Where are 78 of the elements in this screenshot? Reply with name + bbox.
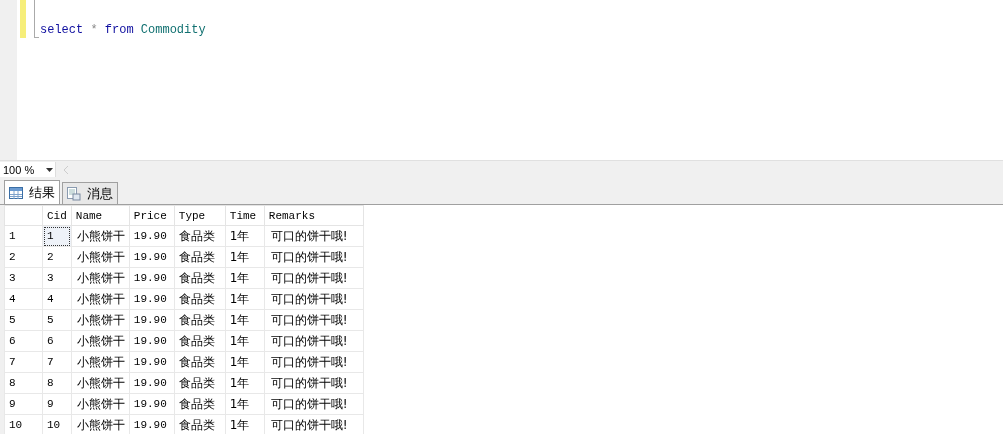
zoom-dropdown[interactable]: 100 % xyxy=(0,162,56,177)
table-cell: 9 xyxy=(42,393,72,415)
scroll-left-icon xyxy=(64,165,69,174)
table-cell: 食品类 xyxy=(174,351,226,373)
row-number[interactable]: 4 xyxy=(4,288,43,310)
document-icon xyxy=(67,186,81,201)
table-cell: 5 xyxy=(42,309,72,331)
table-cell: 小熊饼干 xyxy=(71,393,130,415)
table-cell: 可口的饼干哦! xyxy=(264,267,364,289)
table-cell: 小熊饼干 xyxy=(71,225,130,247)
table-cell: 可口的饼干哦! xyxy=(264,330,364,352)
table-cell: 19.90 xyxy=(129,309,175,331)
table-cell: 小熊饼干 xyxy=(71,351,130,373)
table-cell: 1年 xyxy=(225,246,265,268)
table-cell: 1年 xyxy=(225,309,265,331)
column-header[interactable]: Type xyxy=(174,205,226,226)
table-cell: 可口的饼干哦! xyxy=(264,225,364,247)
table-cell: 可口的饼干哦! xyxy=(264,393,364,415)
row-number[interactable]: 9 xyxy=(4,393,43,415)
row-number[interactable]: 10 xyxy=(4,414,43,434)
column-header[interactable]: Price xyxy=(129,205,175,226)
table-cell: 3 xyxy=(42,267,72,289)
table-cell: 食品类 xyxy=(174,288,226,310)
table-cell: 1年 xyxy=(225,372,265,394)
table-cell: 可口的饼干哦! xyxy=(264,372,364,394)
row-number[interactable]: 6 xyxy=(4,330,43,352)
table-cell: 7 xyxy=(42,351,72,373)
table-cell: 8 xyxy=(42,372,72,394)
table-cell: 食品类 xyxy=(174,225,226,247)
table-cell: 19.90 xyxy=(129,246,175,268)
table-cell: 小熊饼干 xyxy=(71,372,130,394)
table-cell: 可口的饼干哦! xyxy=(264,351,364,373)
table-cell: 小熊饼干 xyxy=(71,288,130,310)
table-cell: 19.90 xyxy=(129,330,175,352)
table-cell: 19.90 xyxy=(129,288,175,310)
table-cell: 6 xyxy=(42,330,72,352)
column-header[interactable]: Time xyxy=(225,205,265,226)
table-cell: 食品类 xyxy=(174,267,226,289)
table-cell: 1年 xyxy=(225,351,265,373)
row-number[interactable]: 5 xyxy=(4,309,43,331)
table-cell: 食品类 xyxy=(174,246,226,268)
table-cell: 食品类 xyxy=(174,330,226,352)
row-number[interactable]: 8 xyxy=(4,372,43,394)
table-cell: 19.90 xyxy=(129,393,175,415)
table-cell: 1年 xyxy=(225,393,265,415)
table-cell: 小熊饼干 xyxy=(71,267,130,289)
row-number[interactable]: 1 xyxy=(4,225,43,247)
table-cell: 小熊饼干 xyxy=(71,309,130,331)
sql-query: select * from Commodity xyxy=(40,22,206,37)
column-header[interactable]: Cid xyxy=(42,205,72,226)
table-cell: 1年 xyxy=(225,267,265,289)
table-cell: 1年 xyxy=(225,225,265,247)
table-cell: 小熊饼干 xyxy=(71,330,130,352)
table-cell: 4 xyxy=(42,288,72,310)
row-number[interactable]: 3 xyxy=(4,267,43,289)
table-cell: 19.90 xyxy=(129,372,175,394)
table-cell: 食品类 xyxy=(174,372,226,394)
row-number[interactable]: 2 xyxy=(4,246,43,268)
result-tab[interactable]: 结果 xyxy=(4,180,60,204)
table-cell: 食品类 xyxy=(174,393,226,415)
column-header[interactable]: Remarks xyxy=(264,205,364,226)
table-cell: 可口的饼干哦! xyxy=(264,246,364,268)
table-cell: 19.90 xyxy=(129,351,175,373)
result-tab[interactable]: 消息 xyxy=(62,182,118,204)
table-cell: 1年 xyxy=(225,288,265,310)
table-cell: 小熊饼干 xyxy=(71,246,130,268)
table-cell: 2 xyxy=(42,246,72,268)
table-cell: 可口的饼干哦! xyxy=(264,288,364,310)
grid-icon xyxy=(9,186,23,199)
caret-icon xyxy=(46,167,54,172)
table-cell: 1年 xyxy=(225,330,265,352)
change-marker xyxy=(20,0,26,38)
row-number[interactable]: 7 xyxy=(4,351,43,373)
table-cell: 食品类 xyxy=(174,309,226,331)
column-header[interactable]: Name xyxy=(71,205,130,226)
table-cell: 19.90 xyxy=(129,225,175,247)
table-cell: 19.90 xyxy=(129,267,175,289)
table-cell: 可口的饼干哦! xyxy=(264,309,364,331)
